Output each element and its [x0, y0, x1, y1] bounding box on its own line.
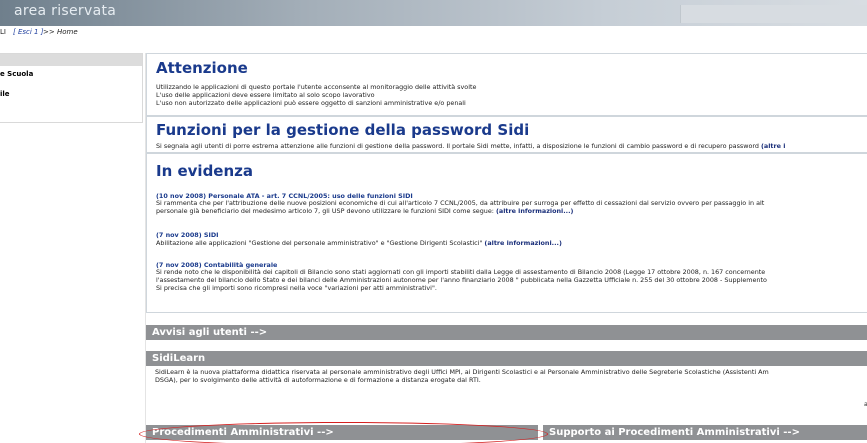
- attenzione-line: L'uso delle applicazioni deve essere lim…: [156, 91, 375, 99]
- evidenza-title: In evidenza: [156, 162, 254, 180]
- news-line: l'assestamento del bilancio dello Stato …: [156, 276, 767, 284]
- banner-right-panel: [680, 5, 867, 23]
- password-more-link[interactable]: (altre i: [761, 142, 785, 150]
- password-title: Funzioni per la gestione della password …: [156, 121, 530, 139]
- procedimenti-bar[interactable]: Procedimenti Amministrativi -->: [146, 425, 538, 440]
- news-line-text: Abilitazione alle applicazioni "Gestione…: [156, 239, 483, 247]
- user-name: LI: [0, 28, 6, 36]
- attenzione-line: Utilizzando le applicazioni di questo po…: [156, 83, 477, 91]
- breadcrumb-home: >> Home: [43, 28, 78, 36]
- news-line: Si rende noto che le disponibilità dei c…: [156, 268, 766, 276]
- news-line: personale già beneficiario del medesimo …: [156, 207, 573, 215]
- sidebar: e Scuola ile: [0, 53, 143, 123]
- news-line: Abilitazione alle applicazioni "Gestione…: [156, 239, 562, 247]
- area-title: area riservata: [14, 3, 117, 19]
- attenzione-line: L'uso non autorizzato delle applicazioni…: [156, 99, 466, 107]
- password-box: Funzioni per la gestione della password …: [146, 116, 867, 153]
- top-banner: area riservata: [0, 0, 867, 26]
- main-content: Attenzione Utilizzando le applicazioni d…: [145, 53, 867, 443]
- password-text-body: Si segnala agli utenti di porre estrema …: [156, 142, 759, 150]
- sidebar-item-ile[interactable]: ile: [0, 90, 10, 98]
- attenzione-box: Attenzione Utilizzando le applicazioni d…: [146, 53, 867, 116]
- evidenza-box: In evidenza (10 nov 2008) Personale ATA …: [146, 153, 867, 313]
- news-more-link[interactable]: (altre informazioni...): [496, 207, 573, 215]
- news-line: Si precisa che gli importi sono ricompre…: [156, 284, 437, 292]
- news-more-link[interactable]: (altre informazioni...): [484, 239, 561, 247]
- avvisi-bar[interactable]: Avvisi agli utenti -->: [146, 325, 867, 340]
- sidilearn-bar[interactable]: SidiLearn: [146, 351, 867, 366]
- news-title[interactable]: (7 nov 2008) SIDI: [156, 231, 219, 239]
- sidilearn-line: SidiLearn è la nuova piattaforma didatti…: [155, 368, 769, 376]
- password-text: Si segnala agli utenti di porre estrema …: [156, 142, 785, 150]
- news-line: Si rammenta che per l'attribuzione delle…: [156, 199, 765, 207]
- attenzione-title: Attenzione: [156, 59, 248, 77]
- supporto-bar[interactable]: Supporto ai Procedimenti Amministrativi …: [543, 425, 867, 440]
- breadcrumb: LI [ Esci 1 ] >> Home: [0, 26, 867, 39]
- news-line-text: personale già beneficiario del medesimo …: [156, 207, 494, 215]
- sidilearn-line: DSGA), per lo svolgimento delle attività…: [155, 376, 481, 384]
- sidebar-item-scuola[interactable]: e Scuola: [0, 70, 33, 78]
- sidebar-header: [0, 54, 142, 66]
- logout-link[interactable]: [ Esci 1 ]: [13, 26, 43, 39]
